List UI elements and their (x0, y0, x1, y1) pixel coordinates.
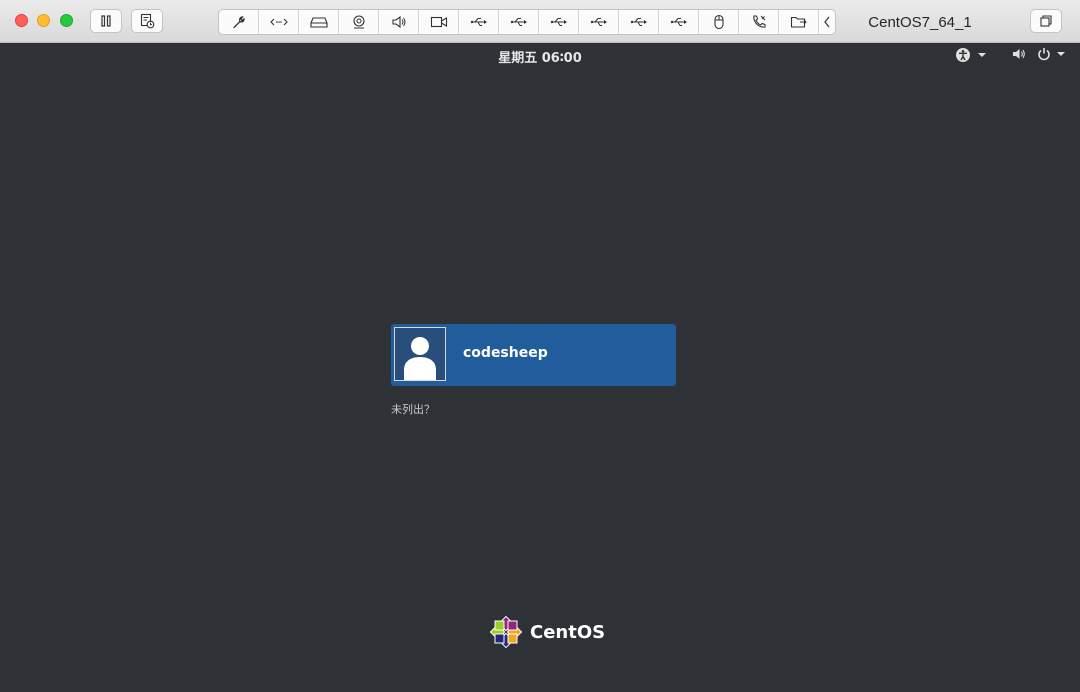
user-silhouette-icon (404, 337, 436, 380)
user-list-item[interactable]: codesheep (391, 324, 676, 386)
centos-logo: CentOS (487, 613, 605, 651)
restore-button[interactable] (1030, 9, 1062, 33)
camera-icon (352, 15, 365, 29)
snapshot-icon (140, 13, 155, 29)
system-menu[interactable] (1012, 47, 1067, 61)
wrench-icon (232, 16, 245, 29)
hard-drive-button[interactable] (299, 10, 339, 34)
pause-button[interactable] (90, 9, 122, 33)
caret-down-icon (978, 53, 986, 57)
usb-button-4[interactable] (579, 10, 619, 34)
clock[interactable]: 星期五 06∶00 (0, 47, 1080, 66)
phone-button[interactable] (739, 10, 779, 34)
usb-icon (470, 18, 487, 26)
usb-icon (630, 18, 647, 26)
mouse-icon (713, 14, 724, 30)
usb-icon (510, 18, 527, 26)
video-camera-icon (430, 16, 447, 28)
device-toolbar (218, 9, 836, 35)
zoom-button[interactable] (60, 14, 73, 27)
usb-button-6[interactable] (659, 10, 699, 34)
accessibility-menu[interactable] (955, 47, 988, 63)
usb-icon (670, 18, 687, 26)
mouse-button[interactable] (699, 10, 739, 34)
usb-icon (590, 18, 607, 26)
phone-icon (752, 15, 766, 28)
usb-button-5[interactable] (619, 10, 659, 34)
usb-button-2[interactable] (499, 10, 539, 34)
window-restore-icon (1040, 15, 1052, 27)
shared-folder-icon (790, 16, 807, 28)
usb-icon (550, 18, 567, 26)
code-arrows-icon (269, 18, 288, 26)
volume-icon (1013, 49, 1025, 59)
not-listed-link[interactable]: 未列出？ (391, 401, 435, 417)
pause-icon (101, 15, 111, 27)
centos-logo-icon (489, 615, 523, 649)
shared-folder-button[interactable] (779, 10, 819, 34)
video-button[interactable] (419, 10, 459, 34)
usb-button-3[interactable] (539, 10, 579, 34)
minimize-button[interactable] (37, 14, 50, 27)
chevron-left-icon (824, 16, 830, 28)
toolbar-collapse-button[interactable] (819, 10, 835, 34)
snapshot-button[interactable] (131, 9, 163, 33)
window-title: CentOS7_64_1 (868, 14, 972, 31)
accessibility-icon (956, 48, 970, 62)
username: codesheep (463, 345, 548, 361)
hard-drive-icon (309, 17, 328, 28)
logo-text: CentOS (530, 621, 606, 643)
camera-button[interactable] (339, 10, 379, 34)
avatar (394, 327, 446, 381)
close-button[interactable] (15, 14, 28, 27)
network-button[interactable] (259, 10, 299, 34)
caret-down-icon (1057, 52, 1065, 56)
title-bar: CentOS7_64_1 (0, 0, 1080, 43)
vm-screen: 星期五 06∶00 codesheep 未列出？ CentOS (0, 43, 1080, 692)
speaker-icon (391, 15, 405, 29)
sound-button[interactable] (379, 10, 419, 34)
settings-button[interactable] (219, 10, 259, 34)
power-icon (1038, 48, 1050, 61)
vm-window: CentOS7_64_1 星期五 06∶00 codesheep 未列出？ Ce… (0, 0, 1080, 692)
usb-button-1[interactable] (459, 10, 499, 34)
